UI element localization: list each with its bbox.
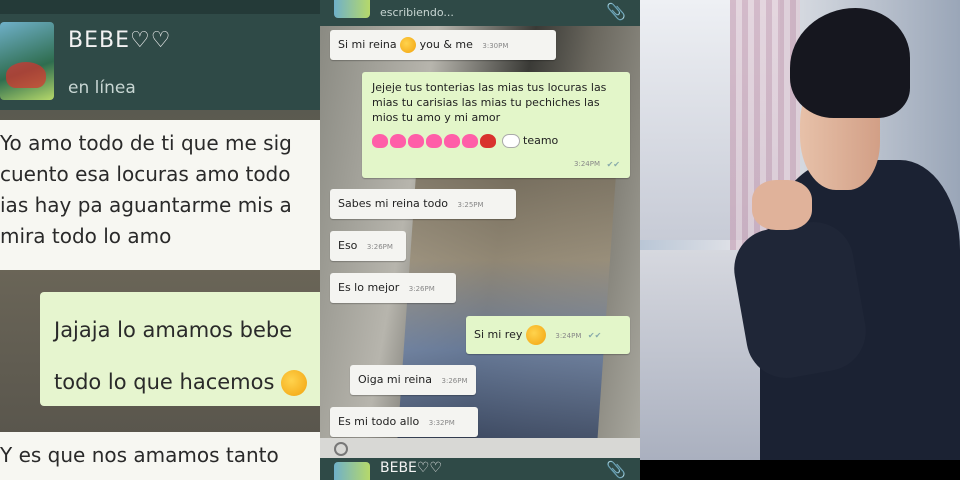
heart-icon: [372, 134, 388, 148]
message-bubble-outgoing[interactable]: Jejeje tus tonterias las mias tus locura…: [362, 72, 630, 178]
message-time: 3:30PM: [482, 42, 509, 50]
message-bubble-incoming[interactable]: Yo amo todo de ti que me sig cuento esa …: [0, 120, 320, 270]
message-bubble-incoming[interactable]: Si mi reina you & me 3:30PM: [330, 30, 556, 60]
paperclip-icon[interactable]: 📎: [606, 2, 626, 21]
avatar[interactable]: [334, 462, 370, 480]
message-bubble-incoming[interactable]: Y es que nos amamos tanto: [0, 432, 320, 480]
message-time: 3:26PM: [408, 285, 435, 293]
message-time: 3:25PM: [457, 201, 484, 209]
message-bubble-incoming[interactable]: Oiga mi reina 3:26PM: [350, 365, 476, 395]
message-line: mira todo lo amo: [0, 224, 172, 248]
message-line: Jajaja lo amamos bebe: [54, 318, 293, 342]
heart-icon: [408, 134, 424, 148]
emoji-picker-icon[interactable]: [334, 442, 348, 456]
black-border: [640, 460, 960, 480]
message-time: 3:24PM: [555, 332, 582, 340]
message-text: teamo: [523, 134, 559, 147]
profile-photo: [640, 0, 960, 460]
message-line: Yo amo todo de ti que me sig: [0, 131, 292, 155]
paperclip-icon[interactable]: 📎: [606, 460, 626, 479]
read-ticks-icon: ✔✔: [606, 160, 620, 169]
message-time: 3:24PM: [574, 160, 600, 168]
message-text: Si mi reina: [338, 38, 397, 51]
message-bubble-incoming[interactable]: Sabes mi reina todo 3:25PM: [330, 189, 516, 219]
message-line: Y es que nos amamos tanto: [0, 443, 279, 467]
message-text: Jejeje tus tonterias las mias tus locura…: [372, 81, 607, 124]
heart-icon: [462, 134, 478, 148]
online-status: en línea: [68, 78, 136, 98]
heart-icon: [444, 134, 460, 148]
message-text: Oiga mi reina: [358, 373, 433, 386]
message-bubble-incoming[interactable]: Es lo mejor 3:26PM: [330, 273, 456, 303]
emoji-row: teamo: [372, 133, 620, 151]
message-text: Eso: [338, 239, 358, 252]
message-input-bar[interactable]: [320, 438, 640, 458]
avatar[interactable]: [334, 0, 370, 18]
message-bubble-incoming[interactable]: Es mi todo allo 3:32PM: [330, 407, 478, 437]
heart-icon: [426, 134, 442, 148]
message-bubble-incoming[interactable]: Eso 3:26PM: [330, 231, 406, 261]
left-chat-panel: BEBE♡♡ en línea Yo amo todo de ti que me…: [0, 0, 320, 480]
message-line: todo lo que hacemos: [54, 356, 320, 408]
message-text: Es lo mejor: [338, 281, 400, 294]
message-time: 3:26PM: [441, 377, 468, 385]
photo-person-hand: [752, 180, 812, 230]
middle-chat-panel: escribiendo... 📎 Si mi reina you & me 3:…: [320, 0, 640, 480]
message-text: Sabes mi reina todo: [338, 197, 449, 210]
message-bubble-outgoing[interactable]: Jajaja lo amamos bebe todo lo que hacemo…: [40, 292, 320, 406]
message-time: 3:32PM: [428, 419, 455, 427]
heart-eyes-emoji-icon: [525, 325, 546, 345]
message-line: ias hay pa aguantarme mis a: [0, 193, 292, 217]
heart-eyes-emoji-icon: [281, 370, 308, 396]
photo-person-hair: [790, 8, 910, 118]
message-text: Si mi rey: [474, 328, 523, 341]
message-line: cuento esa locuras amo todo: [0, 162, 291, 186]
message-text: you & me: [419, 38, 473, 51]
read-ticks-icon: ✔✔: [587, 331, 602, 340]
contact-name: BEBE♡♡: [68, 28, 172, 53]
speech-bubble-icon: [501, 134, 520, 148]
heart-icon: [390, 134, 406, 148]
message-bubble-outgoing[interactable]: Si mi rey 3:24PM ✔✔: [466, 316, 630, 354]
heart-eyes-emoji-icon: [400, 37, 417, 53]
message-text: Es mi todo allo: [338, 415, 420, 428]
contact-name: BEBE♡♡: [380, 460, 443, 476]
kiss-icon: [480, 134, 496, 148]
message-time: 3:26PM: [366, 243, 393, 251]
typing-status: escribiendo...: [380, 6, 454, 19]
status-bar: [0, 0, 320, 14]
avatar[interactable]: [0, 22, 54, 100]
